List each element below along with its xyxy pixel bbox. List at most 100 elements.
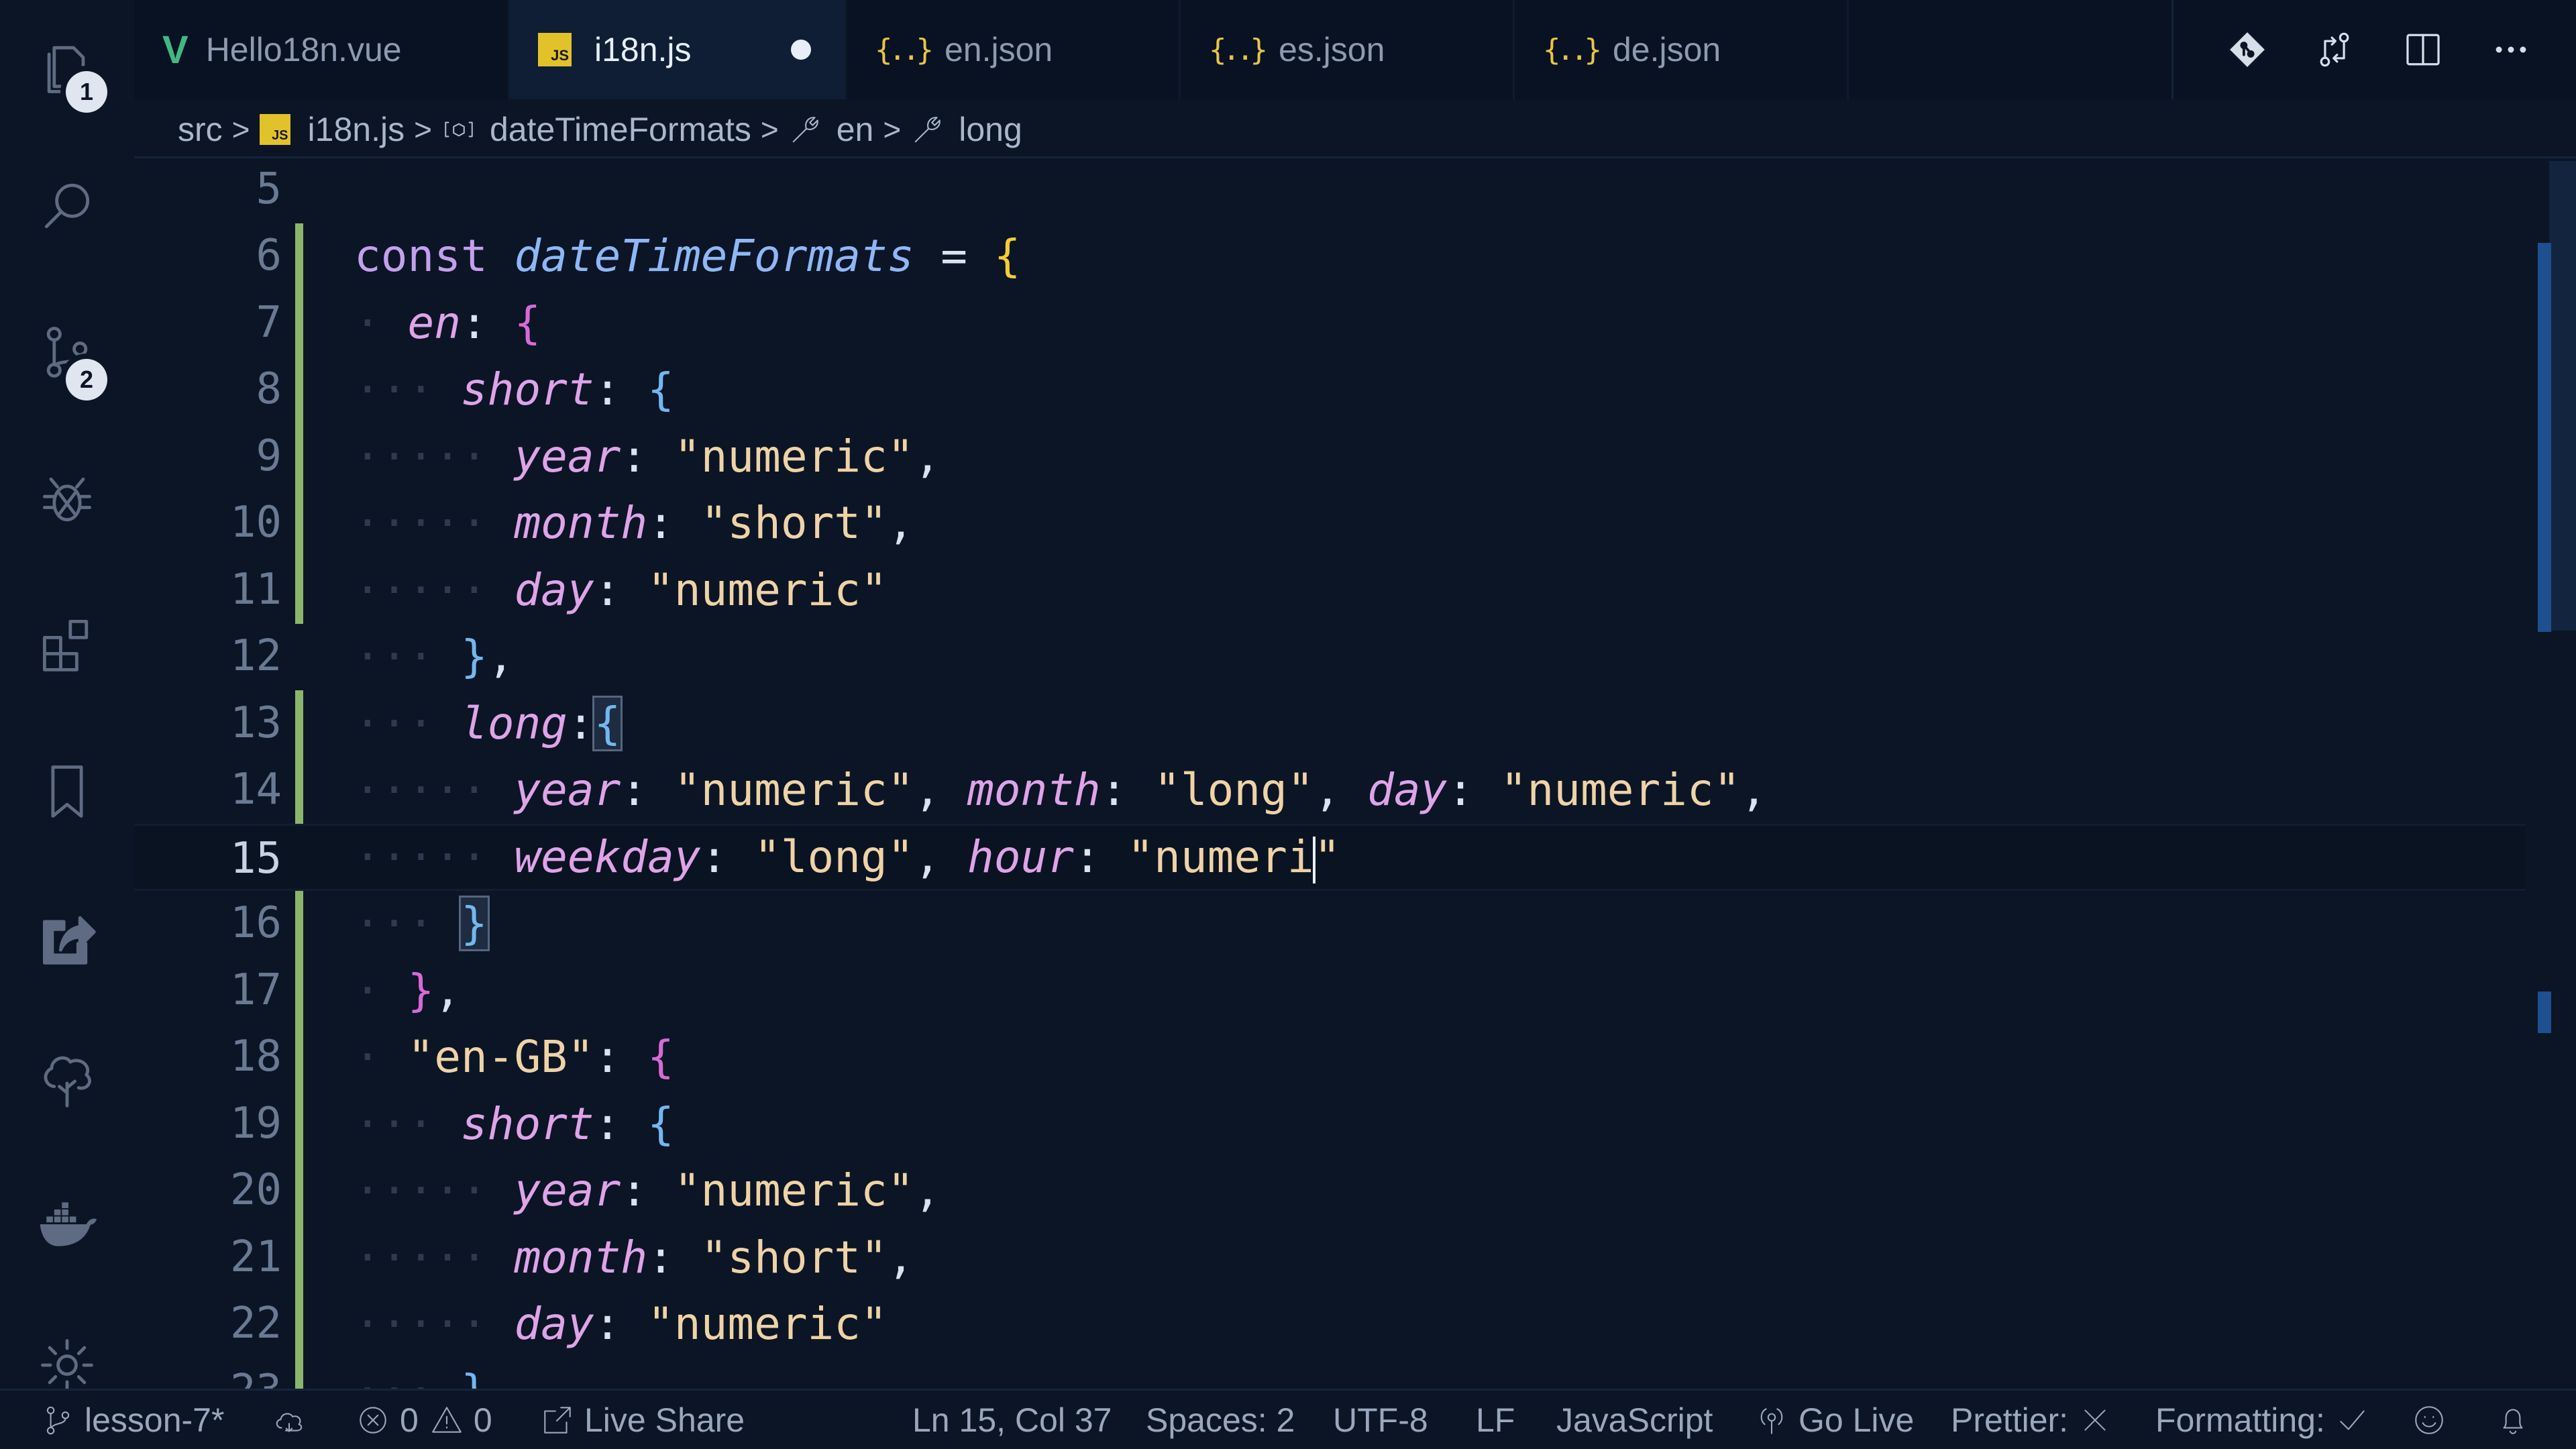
- scrollbar-track[interactable]: [2549, 161, 2576, 631]
- cursor-position[interactable]: Ln 15, Col 37: [912, 1391, 1112, 1449]
- docker-icon[interactable]: [30, 1187, 104, 1261]
- tab-label: en.json: [944, 31, 1053, 68]
- code-line[interactable]: 16 ··· }: [134, 890, 2526, 957]
- code-text: ··· long:{: [354, 696, 623, 751]
- code-line[interactable]: 7 · en: {: [134, 290, 2526, 357]
- json-icon: {..}: [1543, 32, 1602, 67]
- feedback-button[interactable]: [2412, 1391, 2456, 1449]
- breadcrumb-file[interactable]: i18n.js: [308, 110, 405, 149]
- wrench-icon: [788, 112, 823, 147]
- code-line[interactable]: 11 ····· day: "numeric": [134, 557, 2526, 624]
- code-line[interactable]: 10 ····· month: "short",: [134, 490, 2526, 557]
- chevron-right-icon: >: [760, 112, 779, 147]
- line-number: 19: [229, 1099, 282, 1148]
- tree-icon[interactable]: [30, 1043, 104, 1117]
- code-line[interactable]: 8 ··· short: {: [134, 356, 2526, 423]
- formatting-status[interactable]: Formatting:: [2155, 1391, 2379, 1449]
- problems-status[interactable]: 0 0: [356, 1391, 492, 1449]
- tab-es-json[interactable]: {..} es.json: [1181, 0, 1515, 99]
- code-line[interactable]: 20 ····· year: "numeric",: [134, 1157, 2526, 1224]
- code-line-current[interactable]: 15 ····· weekday: "long", hour: "numeri": [134, 824, 2526, 891]
- compare-changes-icon[interactable]: [2308, 23, 2361, 76]
- cloud-sync-icon: [276, 1412, 303, 1432]
- unsaved-dot-icon[interactable]: [791, 40, 811, 60]
- line-number: 10: [229, 498, 282, 547]
- more-actions-icon[interactable]: [2484, 23, 2538, 76]
- code-line[interactable]: 19 ··· short: {: [134, 1091, 2526, 1158]
- code-line[interactable]: 13 ··· long:{: [134, 690, 2526, 757]
- language-mode[interactable]: JavaScript: [1556, 1391, 1713, 1449]
- sync-status[interactable]: [272, 1391, 316, 1449]
- code-text: ··· short: {: [354, 364, 674, 415]
- error-icon: [360, 1406, 386, 1434]
- tab-hello18n-vue[interactable]: V Hello18n.vue: [134, 0, 510, 99]
- code-line[interactable]: 6 const dateTimeFormats = {: [134, 223, 2526, 290]
- code-text: ··· short: {: [354, 1098, 674, 1150]
- code-text: ··· },: [354, 1358, 514, 1389]
- code-text: ····· month: "short",: [354, 1232, 914, 1283]
- code-line[interactable]: 14 ····· year: "numeric", month: "long",…: [134, 757, 2526, 824]
- encoding-status[interactable]: UTF-8: [1333, 1391, 1428, 1449]
- line-number: 7: [256, 298, 282, 347]
- go-live-button[interactable]: Go Live: [1754, 1391, 1914, 1449]
- tab-i18n-js[interactable]: JS i18n.js: [510, 0, 847, 99]
- scrollbar-thumb[interactable]: [2538, 243, 2551, 632]
- debug-icon[interactable]: [30, 463, 104, 537]
- code-text: ····· year: "numeric",: [354, 431, 941, 482]
- scrollbar-cursor-marker: [2538, 991, 2551, 1033]
- line-number: 5: [256, 164, 282, 214]
- prettier-status[interactable]: Prettier:: [1951, 1391, 2122, 1449]
- breadcrumb-folder[interactable]: src: [178, 110, 223, 149]
- code-text: ····· day: "numeric": [354, 1298, 888, 1350]
- code-editor[interactable]: 5 6 const dateTimeFormats = { 7 · en: { …: [134, 158, 2526, 1389]
- chevron-right-icon: >: [231, 112, 250, 147]
- close-icon: [2084, 1409, 2106, 1431]
- code-line[interactable]: 9 ····· year: "numeric",: [134, 423, 2526, 490]
- line-number: 13: [229, 698, 282, 748]
- search-icon[interactable]: [30, 169, 104, 243]
- line-number: 15: [229, 834, 282, 883]
- live-share-icon: [544, 1406, 571, 1434]
- git-diamond-icon[interactable]: [2220, 23, 2274, 76]
- bookmarks-icon[interactable]: [30, 755, 104, 828]
- vue-icon: V: [162, 28, 189, 72]
- breadcrumb-key-en[interactable]: en: [837, 110, 874, 149]
- live-share-status[interactable]: Live Share: [540, 1391, 745, 1449]
- json-icon: {..}: [1209, 32, 1268, 67]
- code-text: · en: {: [354, 297, 541, 349]
- code-text: ··· }: [354, 896, 490, 951]
- notifications-button[interactable]: [2496, 1391, 2540, 1449]
- line-number: 18: [229, 1032, 282, 1081]
- check-icon: [2340, 1409, 2365, 1430]
- breadcrumb-symbol[interactable]: dateTimeFormats: [490, 110, 751, 149]
- branch-name: lesson-7*: [85, 1401, 225, 1439]
- code-line[interactable]: 12 ··· },: [134, 623, 2526, 690]
- symbol-variable-icon: [441, 112, 476, 147]
- line-number: 23: [134, 1358, 282, 1389]
- eol-status[interactable]: LF: [1476, 1391, 1515, 1449]
- code-line[interactable]: 5: [134, 158, 2526, 223]
- tab-de-json[interactable]: {..} de.json: [1515, 0, 1849, 99]
- warning-count: 0: [473, 1401, 492, 1439]
- code-line[interactable]: 18 · "en-GB": {: [134, 1024, 2526, 1091]
- split-editor-icon[interactable]: [2396, 23, 2450, 76]
- activity-bar: 1 2: [0, 0, 134, 1391]
- tab-en-json[interactable]: {..} en.json: [847, 0, 1181, 99]
- warning-icon: [431, 1406, 462, 1433]
- code-text: · "en-GB": {: [354, 1031, 674, 1083]
- remote-explorer-icon[interactable]: [30, 899, 104, 973]
- tab-label: Hello18n.vue: [205, 31, 402, 68]
- line-number: 16: [229, 898, 282, 948]
- code-line[interactable]: 22 ····· day: "numeric": [134, 1291, 2526, 1358]
- smiley-icon: [2415, 1405, 2443, 1434]
- breadcrumb-key-long[interactable]: long: [959, 110, 1022, 149]
- branch-status[interactable]: lesson-7*: [40, 1391, 224, 1449]
- line-number: 6: [256, 231, 282, 280]
- code-line[interactable]: 17 · },: [134, 957, 2526, 1024]
- code-line[interactable]: 21 ····· month: "short",: [134, 1224, 2526, 1291]
- extensions-icon[interactable]: [30, 607, 104, 681]
- indentation-status[interactable]: Spaces: 2: [1146, 1391, 1295, 1449]
- line-number: 11: [229, 565, 282, 614]
- code-line[interactable]: 23 ··· },: [134, 1358, 2526, 1389]
- code-text: · },: [354, 965, 461, 1016]
